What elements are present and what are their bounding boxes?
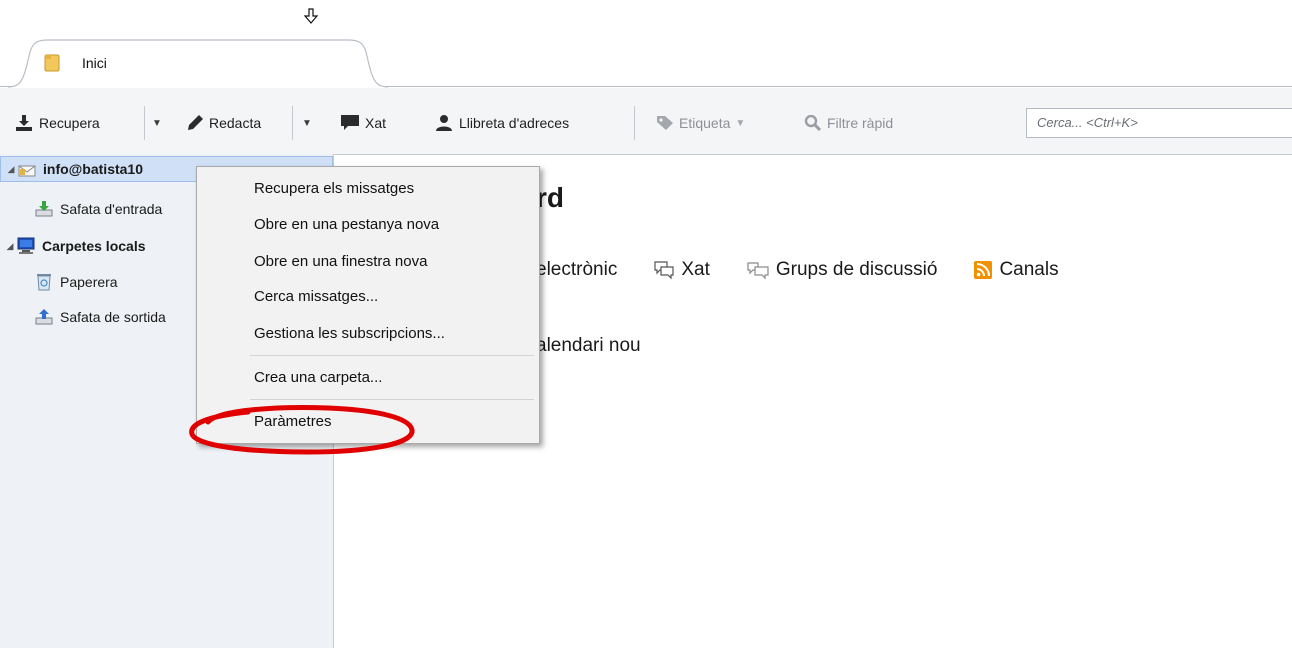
thunderbird-window: Inici Recupera ▼ Redacta ▼ Xat Llibreta …	[0, 0, 1292, 648]
person-icon	[436, 115, 452, 131]
folder-icon	[44, 54, 60, 72]
get-messages-button[interactable]: Recupera	[14, 112, 100, 134]
get-messages-label: Recupera	[39, 115, 100, 131]
pencil-icon	[188, 115, 203, 130]
menu-item-open-new-tab[interactable]: Obre en una pestanya nova	[254, 216, 439, 233]
tab-label: Inici	[82, 55, 107, 71]
feeds-link-label: Canals	[999, 259, 1059, 280]
menu-separator	[250, 355, 534, 356]
folder-outbox-label: Safata de sortida	[60, 309, 166, 325]
outbox-icon	[35, 309, 53, 325]
write-label: Redacta	[209, 115, 262, 131]
trash-icon	[37, 274, 51, 291]
email-link-label: electrònic	[536, 259, 618, 280]
tag-label: Etiqueta	[679, 115, 731, 131]
newsgroup-icon	[747, 262, 769, 280]
chat-label: Xat	[365, 115, 387, 131]
write-button[interactable]: Redacta	[186, 112, 261, 134]
newsgroups-link[interactable]: Grups de discussió	[746, 259, 938, 281]
page-title: rd	[536, 182, 564, 213]
email-link[interactable]: electrònic	[536, 259, 617, 281]
new-calendar-link[interactable]: alendari nou	[536, 335, 641, 357]
address-book-label: Llibreta d'adreces	[459, 115, 570, 131]
mail-account-icon	[18, 165, 36, 177]
collapse-icon: ◢	[7, 163, 15, 174]
write-dropdown-icon[interactable]: ▼	[302, 112, 312, 134]
folder-trash-label: Paperera	[60, 274, 118, 290]
inbox-icon	[35, 201, 53, 217]
quick-filter-button[interactable]: Filtre ràpid	[804, 112, 893, 134]
address-book-button[interactable]: Llibreta d'adreces	[434, 112, 569, 134]
tag-button[interactable]: Etiqueta ▼	[656, 112, 745, 134]
chat-bubble-icon	[341, 115, 359, 130]
tag-dropdown-icon: ▼	[735, 117, 746, 129]
tab-home[interactable]	[8, 38, 388, 88]
quick-filter-label: Filtre ràpid	[827, 115, 894, 131]
folder-inbox-label: Safata d'entrada	[60, 201, 163, 217]
menu-item-subscriptions[interactable]: Gestiona les subscripcions...	[254, 325, 445, 342]
menu-item-new-folder[interactable]: Crea una carpeta...	[254, 369, 382, 386]
computer-icon	[17, 237, 35, 254]
search-input[interactable]: Cerca... <Ctrl+K>	[1026, 108, 1292, 138]
cursor-icon	[304, 8, 319, 24]
collapse-icon: ◢	[6, 240, 14, 251]
folder-local-folders-label: Carpetes locals	[42, 238, 146, 254]
highlight-ellipse	[189, 405, 415, 455]
chat-link-label: Xat	[681, 259, 710, 280]
feeds-link[interactable]: Canals	[973, 259, 1059, 281]
chat-link[interactable]: Xat	[653, 259, 710, 281]
folder-account-label: info@batista10	[43, 161, 144, 177]
menu-item-open-new-window[interactable]: Obre en una finestra nova	[254, 253, 427, 270]
chat-icon	[654, 261, 674, 280]
account-setup-links: electrònic Xat Grups de discussió Canals	[536, 259, 1095, 281]
get-messages-dropdown-icon[interactable]: ▼	[152, 112, 162, 134]
download-icon	[16, 115, 32, 131]
menu-item-search-messages[interactable]: Cerca missatges...	[254, 288, 378, 305]
newsgroups-link-label: Grups de discussió	[775, 259, 938, 280]
tag-icon	[657, 116, 673, 130]
menu-item-get-messages[interactable]: Recupera els missatges	[254, 180, 414, 197]
rss-icon	[974, 261, 993, 279]
magnifier-icon	[804, 115, 822, 131]
chat-button[interactable]: Xat	[340, 112, 386, 134]
